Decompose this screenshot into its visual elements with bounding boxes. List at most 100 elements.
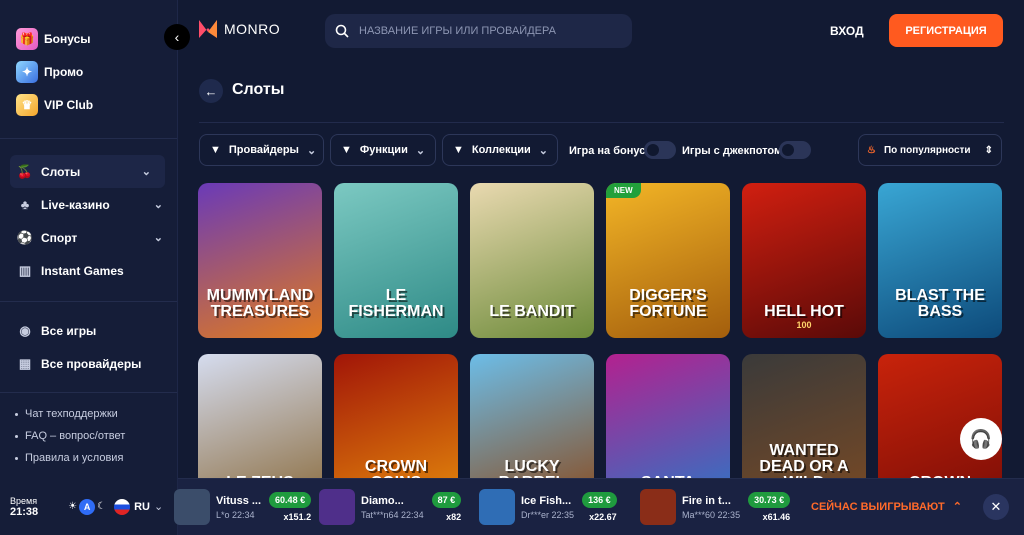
search-bar[interactable] (325, 14, 632, 48)
ticker-game-name: Diamo... (361, 494, 404, 507)
moon-icon: ☾ (97, 501, 107, 512)
ticker-time: 22:35 (551, 509, 575, 520)
sidebar-item-all-providers[interactable]: ▦ Все провайдеры (0, 347, 177, 380)
win-multiplier: x82 (446, 512, 462, 522)
sidebar-item-label: VIP Club (44, 97, 94, 112)
theme-toggle[interactable]: ☀ A ☾ (68, 498, 107, 515)
link-label: FAQ – вопрос/ответ (25, 430, 126, 442)
chevron-down-icon: ⌄ (153, 199, 163, 211)
auto-theme-icon: A (79, 498, 96, 515)
promo-icon: ✦ (16, 60, 38, 83)
clock-value: 21:38 (10, 505, 39, 518)
game-card[interactable]: Digger's Fortune NEW (606, 183, 730, 338)
clock: Время 21:38 (10, 496, 38, 518)
bullet (15, 412, 18, 416)
game-thumbnail (174, 489, 210, 525)
game-card[interactable]: Blast the Bass (878, 183, 1002, 338)
collections-filter[interactable]: ▼ Коллекции ⌄ (442, 134, 558, 166)
ball-icon: ⚽ (16, 229, 34, 245)
game-card[interactable]: Le Fisherman (334, 183, 458, 338)
ticker-item[interactable]: Vituss ... L*o 22:34 60.48 € x151.2 (174, 488, 312, 526)
new-badge: NEW (606, 183, 641, 198)
filter-icon: ▼ (341, 144, 352, 156)
page-title: Слоты (232, 81, 285, 98)
sidebar-item-instant-games[interactable]: ▥ Instant Games (0, 254, 177, 287)
win-multiplier: x22.67 (589, 512, 617, 522)
ticker-game-name: Vituss ... (216, 494, 262, 507)
sidebar-item-label: Бонусы (44, 31, 91, 46)
ticker-item[interactable]: Fire in t... Ma***60 22:35 30.73 € x61.4… (640, 488, 791, 526)
bullet (15, 456, 18, 460)
sidebar-item-sport[interactable]: ⚽ Спорт ⌄ (0, 221, 177, 254)
chevron-down-icon: ⌄ (415, 144, 426, 157)
winning-now-label: СЕЙЧАС ВЫИГРЫВАЮТ (811, 500, 945, 513)
game-title: Digger's Fortune (629, 287, 707, 320)
chevron-left-icon: ‹ (174, 29, 180, 45)
win-amount-badge: 136 € (582, 492, 617, 508)
sidebar-collapse-button[interactable]: ‹ (164, 24, 190, 50)
language-select[interactable]: RU ⌄ (106, 498, 163, 515)
close-ticker-button[interactable]: ✕ (983, 494, 1009, 520)
sidebar-item-all-games[interactable]: ◉ Все игры (0, 314, 177, 347)
back-button[interactable]: ← (199, 79, 223, 103)
sidebar-item-label: Промо (44, 64, 84, 79)
features-filter[interactable]: ▼ Функции ⌄ (330, 134, 436, 166)
chevron-down-icon: ⌄ (538, 144, 549, 157)
sidebar-item-promo[interactable]: ✦ Промо (0, 55, 177, 88)
win-multiplier: x151.2 (283, 512, 312, 522)
ticker-user: Tat***n64 (361, 509, 399, 520)
ticker-time: 22:35 (717, 509, 741, 520)
win-amount-badge: 87 € (431, 492, 462, 508)
winning-now-toggle[interactable]: СЕЙЧАС ВЫИГРЫВАЮТ ⌃ (811, 500, 962, 514)
headset-icon: 🎧 (969, 428, 993, 449)
game-card[interactable]: Mummyland Treasures (198, 183, 322, 338)
lobby-section: ◉ Все игры ▦ Все провайдеры (0, 302, 177, 380)
toggle-knob (647, 144, 659, 156)
filter-icon: ▼ (210, 144, 221, 156)
ticker-item[interactable]: Ice Fish... Dr***er 22:35 136 € x22.67 (479, 488, 617, 526)
sort-value: По популярности (883, 144, 971, 156)
link-faq[interactable]: FAQ – вопрос/ответ (0, 425, 177, 447)
bonus-toggle[interactable] (644, 141, 676, 159)
game-thumbnail (319, 489, 355, 525)
win-amount-badge: 30.73 € (748, 492, 791, 508)
crown-icon: ♛ (16, 93, 38, 116)
grid-icon: ▦ (18, 355, 32, 371)
sidebar-item-label: Спорт (41, 230, 78, 245)
search-input[interactable] (359, 25, 619, 37)
link-rules[interactable]: Правила и условия (0, 447, 177, 469)
link-label: Правила и условия (25, 452, 124, 464)
sun-icon: ☀ (68, 501, 78, 512)
monro-logo-icon (199, 20, 217, 38)
ticker-item[interactable]: Diamo... Tat***n64 22:34 87 € x82 (319, 488, 462, 526)
game-card[interactable]: Le Bandit (470, 183, 594, 338)
ticker-user: Dr***er (521, 509, 550, 520)
nav-section: 🍒 Слоты ⌄ ♣ Live-казино ⌄ ⚽ Спорт ⌄ ▥ Instan… (0, 139, 177, 287)
sidebar-footer: Время 21:38 ☀ A ☾ RU ⌄ (0, 478, 178, 535)
providers-filter[interactable]: ▼ Провайдеры ⌄ (199, 134, 324, 166)
ticker-user: Ma***60 (682, 509, 716, 520)
game-card[interactable]: Hell Hot 100 (742, 183, 866, 338)
game-title: Blast the Bass (895, 287, 985, 320)
register-button[interactable]: РЕГИСТРАЦИЯ (889, 14, 1003, 47)
sidebar-item-bonuses[interactable]: 🎁 Бонусы (0, 22, 177, 55)
link-support-chat[interactable]: Чат техподдержки (0, 403, 177, 425)
filter-label: Коллекции (471, 144, 531, 156)
login-button[interactable]: ВХОД (830, 24, 864, 38)
sidebar-item-vip[interactable]: ♛ VIP Club (0, 88, 177, 121)
sidebar-item-slots[interactable]: 🍒 Слоты ⌄ (10, 155, 165, 188)
bullet (15, 434, 18, 438)
clock-label: Время (10, 495, 38, 506)
ticker-user: L*o (216, 509, 230, 520)
sidebar-item-live-casino[interactable]: ♣ Live-казино ⌄ (0, 188, 177, 221)
jackpot-toggle[interactable] (779, 141, 811, 159)
sort-select[interactable]: ♨ По популярности ⇕ (858, 134, 1002, 166)
game-thumbnail (479, 489, 515, 525)
arrow-left-icon: ← (204, 83, 218, 99)
support-chat-button[interactable]: 🎧 (960, 418, 1002, 460)
sidebar-item-label: Все игры (41, 323, 97, 338)
game-title: Le Bandit (489, 303, 575, 320)
ticker-game-name: Ice Fish... (521, 494, 572, 507)
brand-logo[interactable]: MONRO (198, 18, 280, 40)
search-icon (335, 24, 349, 38)
